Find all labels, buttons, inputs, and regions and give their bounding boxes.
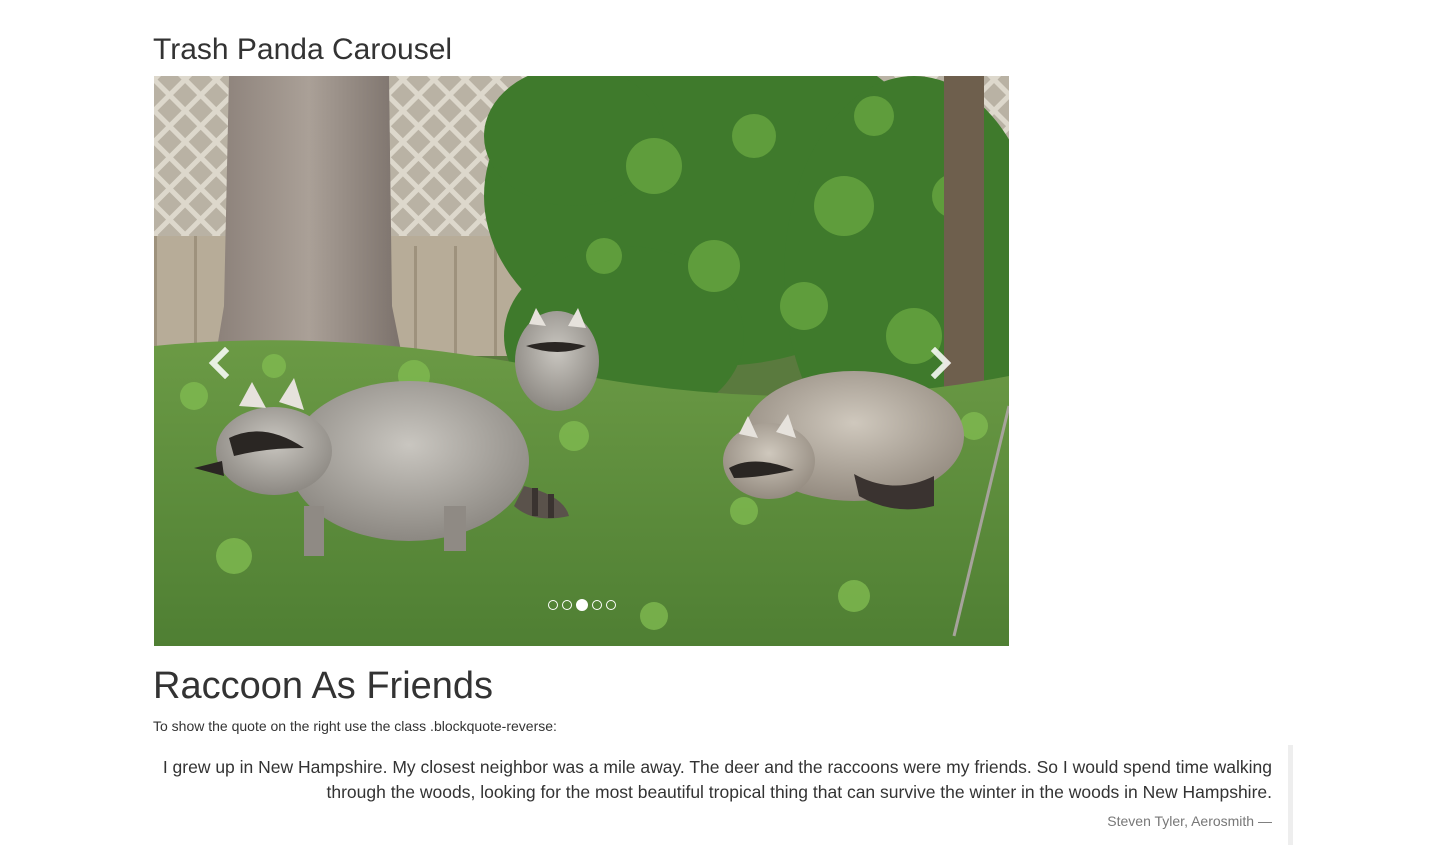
section-heading: Raccoon As Friends xyxy=(153,665,494,707)
carousel-indicator-3[interactable] xyxy=(575,599,588,611)
raccoons-photo xyxy=(154,76,1009,646)
carousel-prev-button[interactable] xyxy=(194,338,244,388)
quote-source: Steven Tyler, Aerosmith — xyxy=(1107,813,1272,829)
section-hint: To show the quote on the right use the c… xyxy=(153,718,557,734)
chevron-right-icon xyxy=(930,347,952,379)
carousel-indicator-1[interactable] xyxy=(547,600,558,610)
carousel-indicator-2[interactable] xyxy=(561,600,572,610)
carousel-indicator-4[interactable] xyxy=(591,600,602,610)
raccoon-carousel[interactable] xyxy=(154,76,1009,646)
carousel-indicators xyxy=(154,599,1009,611)
raccoon-right xyxy=(723,371,964,510)
carousel-next-button[interactable] xyxy=(916,338,966,388)
quote-text: I grew up in New Hampshire. My closest n… xyxy=(162,757,1272,802)
chevron-left-icon xyxy=(208,347,230,379)
reverse-blockquote: I grew up in New Hampshire. My closest n… xyxy=(153,745,1293,845)
carousel-indicator-5[interactable] xyxy=(605,600,616,610)
page-title: Trash Panda Carousel xyxy=(153,33,453,66)
